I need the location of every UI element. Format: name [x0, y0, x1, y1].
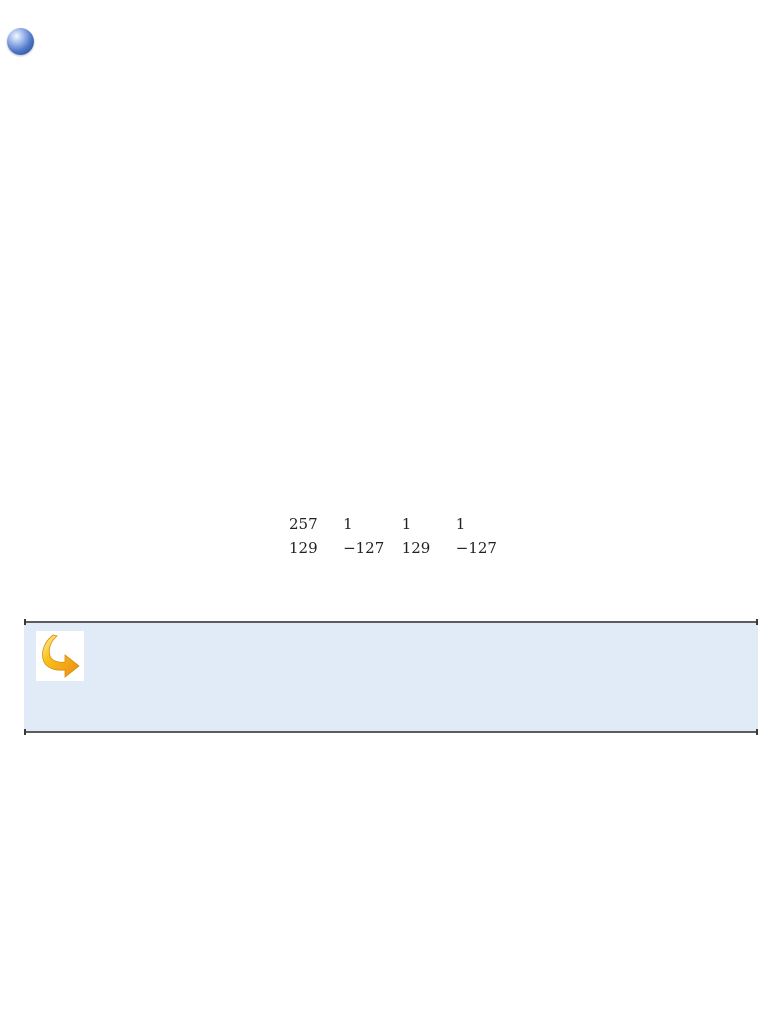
table-row: 257 1 1 1: [285, 512, 497, 536]
values-table: 257 1 1 1 129 −127 129 −127: [285, 512, 497, 560]
table-cell: 129: [289, 539, 318, 557]
table-cell: 1: [343, 515, 353, 533]
note-top-rule: [24, 619, 758, 625]
blue-sphere-bullet-icon: [7, 28, 34, 55]
table-cell: 129: [401, 539, 431, 557]
note-bottom-rule: [24, 729, 758, 735]
table-cell: 257: [289, 515, 318, 533]
curved-arrow-icon: [36, 631, 84, 681]
table-cell: −127: [455, 539, 497, 557]
table-cell: 1: [401, 515, 412, 533]
note-panel: [24, 619, 758, 735]
table-cell: −127: [343, 539, 385, 557]
table-cell: 1: [455, 515, 466, 533]
table-row: 129 −127 129 −127: [285, 536, 497, 560]
